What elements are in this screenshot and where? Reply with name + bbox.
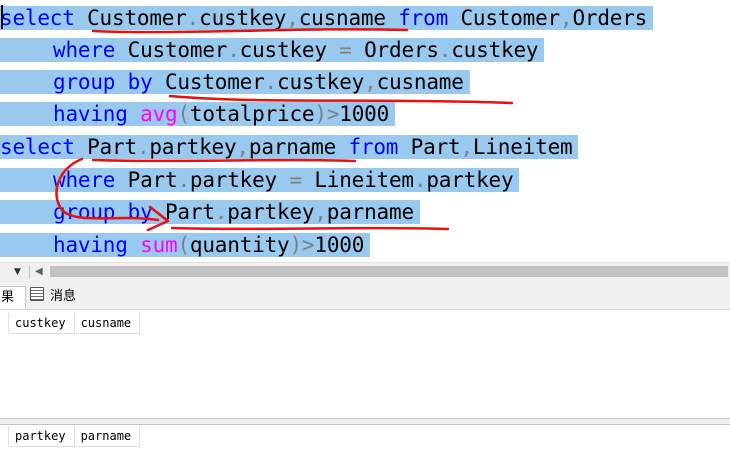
code-token: cusname: [298, 6, 399, 30]
code-token: Customer: [448, 6, 561, 30]
keyword-having: having: [53, 102, 128, 126]
messages-icon: [30, 287, 44, 301]
code-token: Orders: [351, 38, 439, 62]
code-token: Customer: [115, 38, 228, 62]
code-token: parname: [326, 200, 414, 224]
grid-header-row: custkey cusname: [8, 313, 141, 334]
code-token: ,: [236, 135, 249, 159]
code-token: partkey: [189, 168, 290, 192]
keyword-select: select: [0, 6, 75, 30]
function-sum: sum: [140, 233, 178, 257]
code-token: ,: [560, 6, 573, 30]
code-token: ): [289, 233, 302, 257]
code-token: ,: [364, 70, 377, 94]
result-grid-1[interactable]: custkey cusname: [0, 310, 730, 418]
code-token: .: [214, 200, 228, 224]
code-token: .: [136, 135, 150, 159]
tab-messages-label: 消息: [50, 289, 77, 304]
code-line-8[interactable]: having sum(quantity)>1000: [0, 229, 371, 261]
code-token: .: [438, 38, 452, 62]
code-token: =: [339, 38, 352, 62]
results-tab-strip: 果 消息: [0, 280, 730, 310]
horizontal-scrollbar[interactable]: ▼ ◀: [0, 262, 730, 280]
code-token: partkey: [227, 200, 315, 224]
code-token: =: [289, 168, 302, 192]
code-token: .: [413, 168, 427, 192]
code-token: totalprice: [189, 102, 315, 126]
code-token: ): [314, 102, 327, 126]
tab-results-label: 果: [1, 290, 15, 305]
code-token: Customer: [74, 6, 187, 30]
code-token: .: [177, 168, 190, 192]
scrollbar-separator: [29, 265, 30, 279]
tab-messages[interactable]: 消息: [26, 286, 80, 308]
code-token: quantity: [189, 233, 290, 257]
keyword-group-by: group by: [53, 200, 153, 224]
code-token: (: [177, 102, 190, 126]
code-token: Customer: [152, 70, 265, 94]
code-line-2[interactable]: where Customer.custkey = Orders.custkey: [0, 34, 545, 66]
code-token: Lineitem: [301, 168, 414, 192]
text-caret: [1, 5, 3, 29]
column-header-parname[interactable]: parname: [74, 426, 141, 447]
keyword-where: where: [53, 168, 116, 192]
code-token: .: [227, 38, 240, 62]
result-grid-2[interactable]: partkey parname: [0, 425, 730, 471]
code-line-7[interactable]: group by Part.partkey,parname: [0, 196, 420, 228]
code-token: Part: [152, 200, 215, 224]
keyword-where: where: [53, 38, 116, 62]
scrollbar-thumb[interactable]: [50, 266, 728, 277]
code-line-6[interactable]: where Part.partkey = Lineitem.partkey: [0, 164, 520, 196]
keyword-select: select: [0, 135, 75, 159]
code-line-5[interactable]: select Part.partkey,parname from Part,Li…: [0, 131, 579, 163]
column-header-partkey[interactable]: partkey: [9, 426, 75, 447]
keyword-group-by: group by: [53, 70, 153, 94]
column-header-cusname[interactable]: cusname: [74, 313, 141, 334]
code-token: custkey: [451, 38, 539, 62]
code-token: Part: [115, 168, 178, 192]
code-token: Lineitem: [472, 135, 573, 159]
code-token: custkey: [239, 38, 340, 62]
function-avg: avg: [140, 102, 178, 126]
code-token: (: [177, 233, 190, 257]
scroll-left-arrow-icon[interactable]: ◀: [35, 266, 43, 277]
code-token: 1000: [314, 233, 365, 257]
code-token: Part: [74, 135, 137, 159]
keyword-having: having: [53, 233, 128, 257]
code-token: cusname: [376, 70, 464, 94]
keyword-from: from: [348, 135, 399, 159]
tab-results[interactable]: 果: [0, 286, 26, 309]
code-line-4[interactable]: having avg(totalprice)>1000: [0, 98, 396, 130]
code-line-3[interactable]: group by Customer.custkey,cusname: [0, 66, 470, 98]
code-token: .: [186, 6, 200, 30]
code-token: >: [326, 102, 340, 126]
code-token: 1000: [339, 102, 390, 126]
grid-header-row: partkey parname: [8, 426, 141, 447]
code-token: custkey: [199, 6, 287, 30]
code-token: custkey: [277, 70, 365, 94]
code-token: >: [301, 233, 315, 257]
sql-editor[interactable]: select Customer.custkey,cusname from Cus…: [0, 0, 730, 262]
grid-splitter[interactable]: [0, 418, 730, 425]
code-token: ,: [314, 200, 327, 224]
keyword-from: from: [398, 6, 449, 30]
code-token: ,: [286, 6, 299, 30]
dropdown-arrow-icon[interactable]: ▼: [14, 267, 21, 277]
code-token: .: [264, 70, 278, 94]
code-token: partkey: [149, 135, 237, 159]
code-token: Orders: [572, 6, 648, 30]
code-line-1[interactable]: select Customer.custkey,cusname from Cus…: [0, 2, 654, 34]
code-token: Part: [398, 135, 461, 159]
column-header-custkey[interactable]: custkey: [9, 313, 75, 334]
code-token: parname: [248, 135, 349, 159]
code-token: ,: [460, 135, 473, 159]
code-token: partkey: [426, 168, 514, 192]
